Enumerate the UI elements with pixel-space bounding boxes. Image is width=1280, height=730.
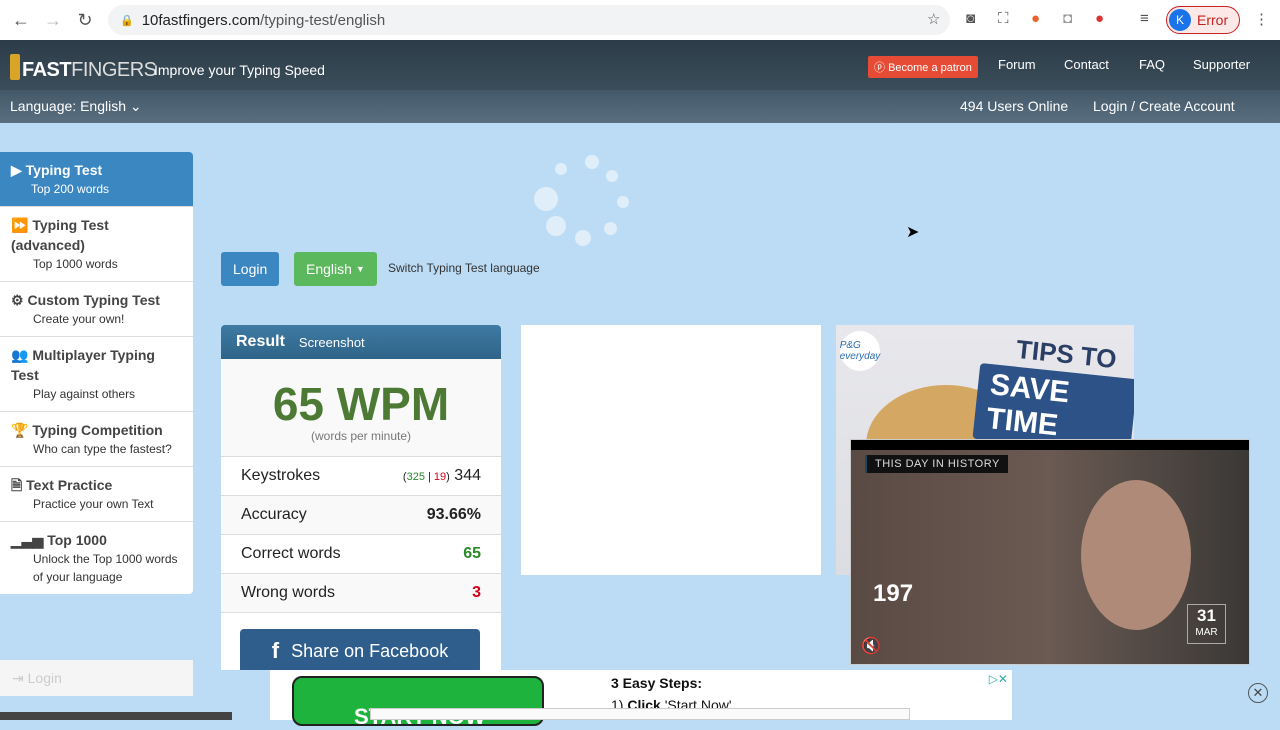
url-domain: 10fastfingers.com (141, 11, 261, 29)
video-number: 197 (873, 580, 914, 607)
video-date: 31 MAR (1187, 604, 1226, 644)
tab-screenshot[interactable]: Screenshot (299, 335, 365, 350)
avatar: K (1169, 9, 1191, 31)
back-icon[interactable]: ← (10, 10, 32, 31)
sidebar-item-competition[interactable]: 🏆 Typing Competition Who can type the fas… (0, 412, 193, 467)
nav-contact[interactable]: Contact (1064, 57, 1109, 72)
nav-faq[interactable]: FAQ (1139, 57, 1165, 72)
lock-icon: 🔒 (120, 14, 134, 27)
nav-supporter[interactable]: Supporter (1193, 57, 1250, 72)
become-patron-button[interactable]: ⓟ Become a patron (868, 56, 978, 78)
screen-capture-icon[interactable]: ⛶ (998, 10, 1009, 27)
keystrokes-row: Keystrokes (325 | 19) 344 (221, 457, 501, 496)
sidebar-item-top-1000[interactable]: ▁▃▅ Top 1000 Unlock the Top 1000 words of… (0, 522, 193, 594)
ad-steps-title: 3 Easy Steps: (611, 675, 703, 691)
switch-language-text: Switch Typing Test language (388, 261, 540, 275)
sidebar-item-typing-test-advanced[interactable]: ⏩ Typing Test (advanced) Top 1000 words (0, 207, 193, 282)
site-logo[interactable]: FASTFINGERS (10, 54, 157, 82)
extension-orange-icon[interactable]: ● (1031, 10, 1040, 27)
sub-header: Language: English ⌄ 494 Users Online Log… (0, 90, 1280, 123)
correct-words-row: Correct words 65 (221, 535, 501, 574)
sidebar-login[interactable]: ⇥ Login (0, 660, 193, 696)
url-path: /typing-test/english (260, 11, 386, 29)
chevron-down-icon: ⌄ (129, 98, 142, 114)
fast-forward-icon: ⏩ (11, 217, 33, 233)
facebook-icon: f (271, 638, 280, 663)
video-tag: THIS DAY IN HISTORY (865, 455, 1008, 473)
hand-logo-icon (10, 54, 20, 80)
mouse-cursor-icon: ➤ (906, 224, 920, 241)
address-bar[interactable]: 🔒 10fastfingers.com/typing-test/english (108, 5, 950, 35)
sidebar-item-multiplayer[interactable]: 👥 Multiplayer Typing Test Play against ot… (0, 337, 193, 412)
language-dropdown[interactable]: Language: English ⌄ (10, 98, 142, 115)
language-select-button[interactable]: English ▼ (294, 252, 377, 286)
result-panel: Result Screenshot 65 WPM (words per minute… (221, 325, 501, 670)
mute-icon[interactable]: 🔇 (861, 636, 881, 656)
bottom-banner-ad[interactable]: START NOW 3 Easy Steps:1) Click 'Start N… (270, 670, 1012, 729)
ad-blank (521, 325, 821, 575)
patreon-icon: ⓟ (874, 62, 889, 74)
sidebar: ▶ Typing Test Top 200 words ⏩ Typing Test… (0, 152, 193, 594)
file-text-icon: 🗎 (11, 477, 27, 493)
close-ad-icon[interactable]: ✕ (1248, 683, 1268, 703)
wpm-unit: (words per minute) (310, 429, 412, 443)
record-extension-icon[interactable]: ● (1095, 10, 1104, 27)
profile-status: Error (1197, 12, 1229, 28)
share-facebook-button[interactable]: f Share on Facebook (240, 629, 480, 670)
profile-button[interactable]: K Error (1166, 6, 1240, 34)
gears-icon: ⚙ (11, 292, 28, 308)
adchoices-close-icon[interactable]: ▷✕ (989, 672, 1008, 686)
video-ad-player[interactable]: THIS DAY IN HISTORY 197 31 MAR 🔇 (850, 439, 1250, 665)
sidebar-item-custom-typing-test[interactable]: ⚙ Custom Typing Test Create your own! (0, 282, 193, 337)
wrong-words-row: Wrong words 3 (221, 574, 501, 613)
sidebar-item-typing-test[interactable]: ▶ Typing Test Top 200 words (0, 152, 193, 207)
login-button[interactable]: Login (221, 252, 280, 286)
tab-result[interactable]: Result (236, 333, 285, 351)
play-icon: ▶ (11, 162, 26, 178)
trophy-icon: 🏆 (11, 422, 33, 438)
nav-forum[interactable]: Forum (998, 57, 1036, 72)
users-icon: 👥 (11, 347, 33, 363)
sidebar-item-text-practice[interactable]: 🗎 Text Practice Practice your own Text (0, 467, 193, 522)
camera-icon[interactable]: ◘ (1063, 10, 1072, 27)
signal-icon: ▁▃▅ (11, 532, 48, 548)
tagline: Improve your Typing Speed (154, 62, 325, 78)
forward-icon[interactable]: → (42, 10, 64, 31)
wpm-value: 65 WPM (272, 378, 450, 430)
browser-toolbar: ← → ↻ 🔒 10fastfingers.com/typing-test/en… (0, 0, 1280, 40)
pg-logo: P&G everyday (840, 331, 880, 371)
site-header: FASTFINGERS Improve your Typing Speed ⓟ … (0, 40, 1280, 90)
reload-icon[interactable]: ↻ (74, 10, 96, 31)
menu-icon[interactable]: ⋮ (1254, 10, 1269, 28)
media-queue-icon[interactable]: ≡ (1140, 10, 1149, 27)
caret-down-icon: ▼ (355, 264, 365, 274)
login-create-account-link[interactable]: Login / Create Account (1093, 98, 1235, 114)
sign-in-icon: ⇥ (12, 670, 28, 686)
camera-extension-icon[interactable]: ◙ (966, 10, 975, 27)
accuracy-row: Accuracy 93.66% (221, 496, 501, 535)
users-online: 494 Users Online (960, 98, 1069, 114)
horizontal-scrollbar[interactable] (0, 712, 232, 720)
star-icon[interactable]: ☆ (927, 10, 940, 28)
